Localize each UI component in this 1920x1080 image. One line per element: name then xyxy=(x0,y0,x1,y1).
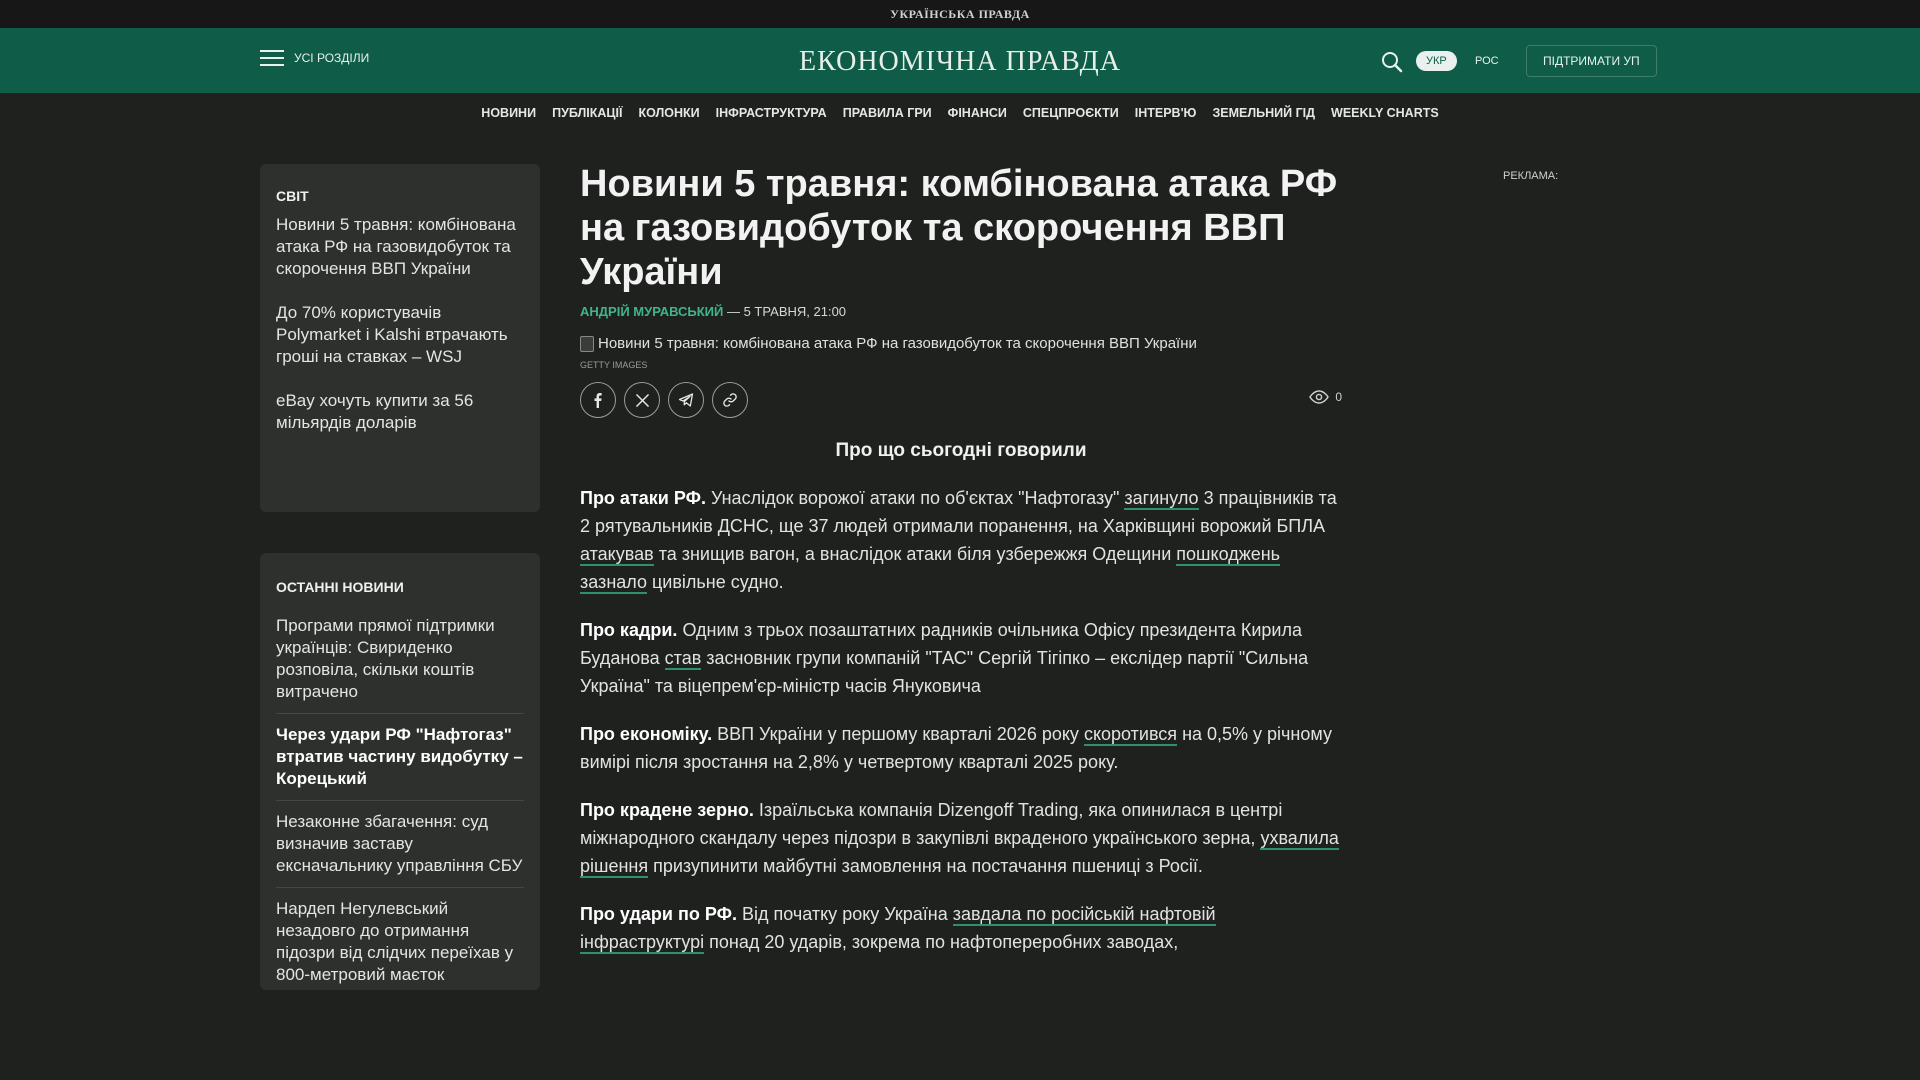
x-icon xyxy=(635,393,649,407)
view-counter: 0 xyxy=(1309,390,1342,404)
image-credit: GETTY IMAGES xyxy=(580,360,648,370)
link-icon xyxy=(723,393,737,407)
site-header: Усі розділи ЕКОНОМІЧНА ПРАВДА УКР РОС ПІ… xyxy=(0,28,1920,93)
article-title: Новини 5 травня: комбінована атака РФ на… xyxy=(580,163,1338,293)
facebook-icon xyxy=(594,393,602,408)
world-news-card: СВІТ Новини 5 травня: комбінована атака … xyxy=(260,164,540,512)
nav-rules[interactable]: Правила гри xyxy=(843,106,932,120)
article-body: Про що сьогодні говорили Про атаки РФ. У… xyxy=(580,440,1342,956)
publish-date: — 5 ТРАВНЯ, 21:00 xyxy=(723,304,847,319)
image-placeholder-icon xyxy=(580,335,594,352)
paragraph-attacks: Про атаки РФ. Унаслідок ворожої атаки по… xyxy=(580,488,1337,594)
nav-columns[interactable]: Колонки xyxy=(638,106,699,120)
world-news-item[interactable]: Новини 5 травня: комбінована атака РФ на… xyxy=(276,214,524,280)
latest-news-item[interactable]: Нардеп Негулевський незадовго до отриман… xyxy=(276,888,524,990)
paragraph-personnel: Про кадри. Одним з трьох позаштатних рад… xyxy=(580,620,1309,696)
nav-land-guide[interactable]: Земельний гід xyxy=(1212,106,1315,120)
paragraph-lead: Про атаки РФ. xyxy=(580,488,706,508)
nav-infrastructure[interactable]: Інфраструктура xyxy=(716,106,827,120)
paragraph-grain: Про крадене зерно. Ізраїльська компанія … xyxy=(580,800,1339,878)
world-news-item[interactable]: eBay хочуть купити за 56 мільярдів долар… xyxy=(276,390,524,434)
article: Новини 5 травня: комбінована атака РФ на… xyxy=(580,162,1342,976)
lang-rus-button[interactable]: РОС xyxy=(1465,51,1509,71)
up-logo[interactable]: УКРАЇНСЬКА ПРАВДА xyxy=(890,7,1030,22)
inline-link[interactable]: загинуло xyxy=(1124,488,1199,510)
share-telegram-button[interactable] xyxy=(668,382,704,418)
byline: АНДРІЙ МУРАВСЬКИЙ — 5 ТРАВНЯ, 21:00 xyxy=(580,304,1342,319)
copy-link-button[interactable] xyxy=(712,382,748,418)
search-icon[interactable] xyxy=(1380,50,1404,74)
latest-news-title: ОСТАННІ НОВИНИ xyxy=(276,579,404,595)
eye-icon xyxy=(1309,390,1330,404)
world-section-title[interactable]: СВІТ xyxy=(276,188,524,204)
paragraph-lead: Про економіку. xyxy=(580,724,713,744)
inline-link[interactable]: став xyxy=(664,648,702,670)
share-x-button[interactable] xyxy=(624,382,660,418)
nav-finance[interactable]: Фінанси xyxy=(948,106,1007,120)
view-count: 0 xyxy=(1335,390,1342,404)
nav-weekly-charts[interactable]: Weekly charts xyxy=(1331,106,1439,120)
latest-news-item[interactable]: Незаконне збагачення: суд визначив заста… xyxy=(276,801,524,888)
latest-news-item[interactable]: Програми прямої підтримки українців: Сви… xyxy=(276,605,524,714)
up-topbar: УКРАЇНСЬКА ПРАВДА xyxy=(0,0,1920,28)
author-link[interactable]: АНДРІЙ МУРАВСЬКИЙ xyxy=(580,304,723,319)
lang-ukr-button[interactable]: УКР xyxy=(1416,51,1457,71)
paragraph-strikes: Про удари по РФ. Від початку року Україн… xyxy=(580,904,1216,954)
article-image: Новини 5 травня: комбінована атака РФ на… xyxy=(580,335,1342,352)
nav-publications[interactable]: Публікації xyxy=(552,106,622,120)
inline-link[interactable]: атакував xyxy=(580,544,654,566)
latest-news-card: ОСТАННІ НОВИНИ Програми прямої підтримки… xyxy=(260,553,540,990)
viewport-bottom xyxy=(0,990,1920,1080)
share-bar: 0 xyxy=(580,382,1342,418)
nav-interviews[interactable]: Інтерв'ю xyxy=(1135,106,1197,120)
latest-news-item[interactable]: Через удари РФ "Нафтогаз" втратив частин… xyxy=(276,714,524,801)
nav-news[interactable]: Новини xyxy=(481,106,536,120)
image-alt-text: Новини 5 травня: комбінована атака РФ на… xyxy=(598,335,1197,352)
ad-label: РЕКЛАМА: xyxy=(1503,170,1559,182)
paragraph-lead: Про крадене зерно. xyxy=(580,800,754,820)
inline-link[interactable]: скоротився xyxy=(1083,724,1178,746)
telegram-icon xyxy=(678,393,694,407)
article-subhead: Про що сьогодні говорили xyxy=(835,440,1087,461)
nav-special[interactable]: Спецпроєкти xyxy=(1023,106,1119,120)
paragraph-lead: Про удари по РФ. xyxy=(580,904,737,924)
share-facebook-button[interactable] xyxy=(580,382,616,418)
paragraph-economy: Про економіку. ВВП України у першому ква… xyxy=(580,724,1332,772)
support-button[interactable]: ПІДТРИМАТИ УП xyxy=(1526,45,1657,77)
world-news-item[interactable]: До 70% користувачів Polymarket і Kalshi … xyxy=(276,302,524,368)
main-nav: Новини Публікації Колонки Інфраструктура… xyxy=(0,93,1920,133)
paragraph-lead: Про кадри. xyxy=(580,620,678,640)
